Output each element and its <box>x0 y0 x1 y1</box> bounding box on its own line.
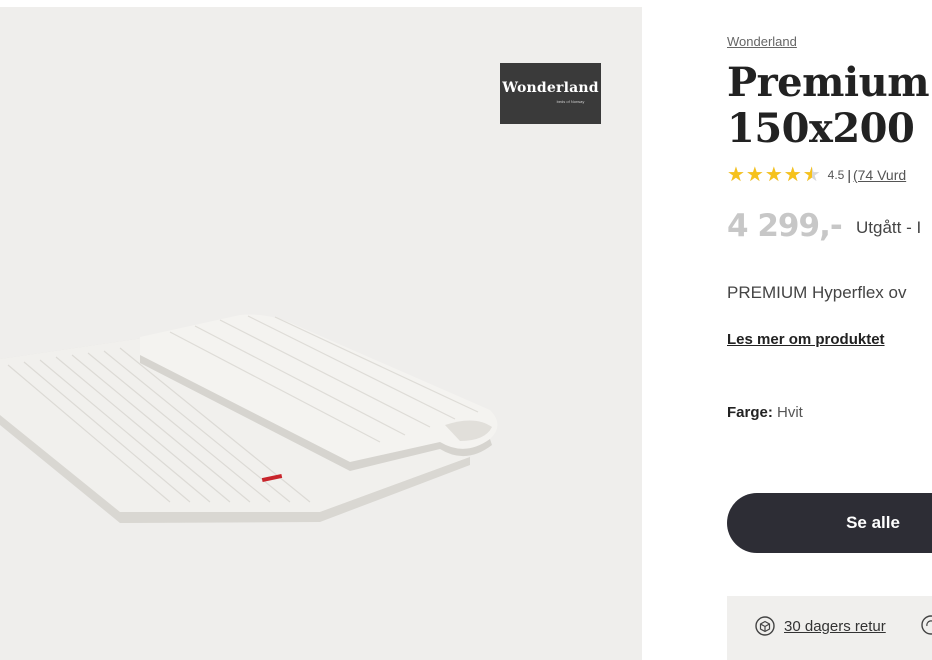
stock-status: Utgått - I <box>856 218 922 237</box>
product-rating: ★★★★★ ★★★★★ 4.5 | (74 Vurd <box>727 164 906 186</box>
product-title: Premium H 150x200 <box>727 60 932 152</box>
see-all-button-label: Se alle <box>846 513 900 532</box>
product-image-gallery[interactable]: Wonderland beds of Norway <box>0 7 642 660</box>
reviews-link[interactable]: (74 Vurd <box>853 167 906 183</box>
brand-link[interactable]: Wonderland <box>727 34 797 49</box>
color-selection: Farge: Hvit <box>727 404 803 421</box>
product-title-line2: 150x200 <box>727 105 915 152</box>
usp-item-return[interactable]: 30 dagers retur <box>754 615 886 637</box>
brand-logo-text: Wonderland <box>502 80 599 96</box>
rating-score: 4.5 <box>827 168 845 182</box>
usp-bar: 30 dagers retur <box>727 596 932 660</box>
product-price: 4 299,- <box>727 208 843 244</box>
recycle-icon[interactable] <box>920 613 932 637</box>
product-description: PREMIUM Hyperflex ov <box>727 283 907 302</box>
rating-separator: | <box>847 167 851 183</box>
usp-return-label: 30 dagers retur <box>784 617 886 635</box>
product-title-line1: Premium H <box>727 59 932 106</box>
see-all-button[interactable]: Se alle <box>727 493 932 553</box>
star-rating-icon: ★★★★★ ★★★★★ <box>727 164 822 186</box>
color-value: Hvit <box>777 404 803 421</box>
product-info-panel: Wonderland Premium H 150x200 ★★★★★ ★★★★★… <box>727 0 932 660</box>
brand-logo-badge: Wonderland beds of Norway <box>500 63 601 124</box>
mattress-topper-image <box>0 314 498 523</box>
brand-logo-tagline: beds of Norway <box>556 99 585 104</box>
color-label: Farge: <box>727 404 773 421</box>
return-box-icon <box>755 616 775 636</box>
read-more-link[interactable]: Les mer om produktet <box>727 331 885 348</box>
